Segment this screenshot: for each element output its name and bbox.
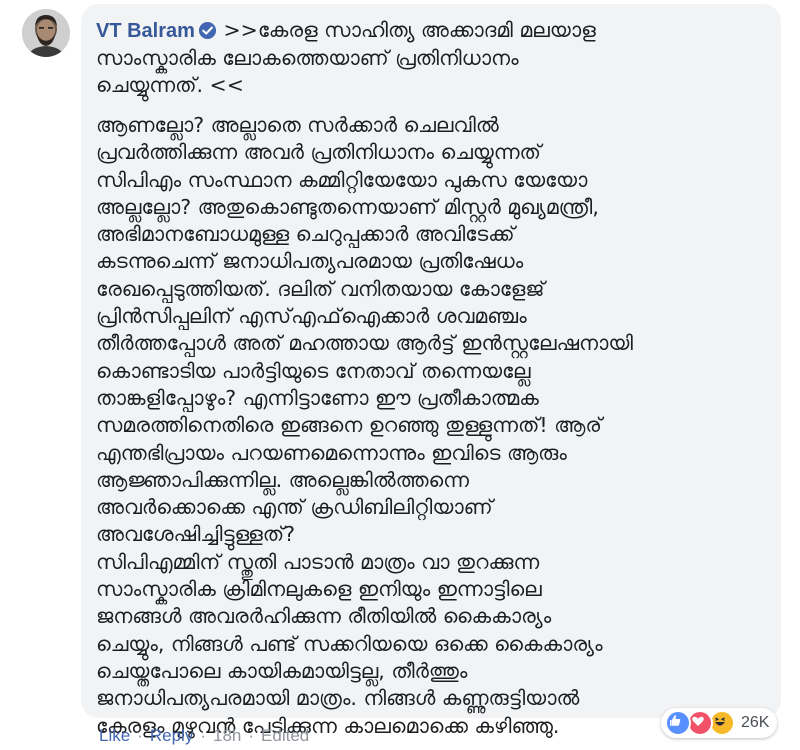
- comment-body: ആണല്ലോ? അല്ലാതെ സർക്കാർ ചെലവിൽ പ്രവർത്തി…: [96, 113, 634, 738]
- like-reaction-icon: [665, 710, 691, 736]
- comment-actions: Like · Reply · 18h · Edited: [99, 726, 309, 746]
- verified-badge-icon: [198, 21, 216, 40]
- author-name[interactable]: VT Balram: [96, 20, 195, 42]
- author-avatar[interactable]: [22, 9, 70, 57]
- comment-bubble: VT Balram >>കേരള സാഹിത്യ അക്കാദമി മലയാള …: [81, 4, 781, 738]
- reaction-count: 26K: [741, 714, 770, 731]
- avatar-image: [22, 9, 70, 57]
- separator-dot: ·: [137, 726, 143, 745]
- like-button[interactable]: Like: [99, 726, 130, 746]
- edited-label[interactable]: Edited: [261, 726, 309, 746]
- separator-dot: ·: [248, 726, 255, 745]
- reactions-summary[interactable]: 26K: [661, 708, 778, 738]
- reply-button[interactable]: Reply: [150, 726, 193, 746]
- comment: VT Balram >>കേരള സാഹിത്യ അക്കാദമി മലയാള …: [0, 0, 800, 750]
- separator-dot: ·: [200, 726, 206, 745]
- comment-header: VT Balram >>കേരള സാഹിത്യ അക്കാദമി മലയാള …: [96, 17, 766, 99]
- comment-timestamp[interactable]: 18h: [213, 726, 241, 746]
